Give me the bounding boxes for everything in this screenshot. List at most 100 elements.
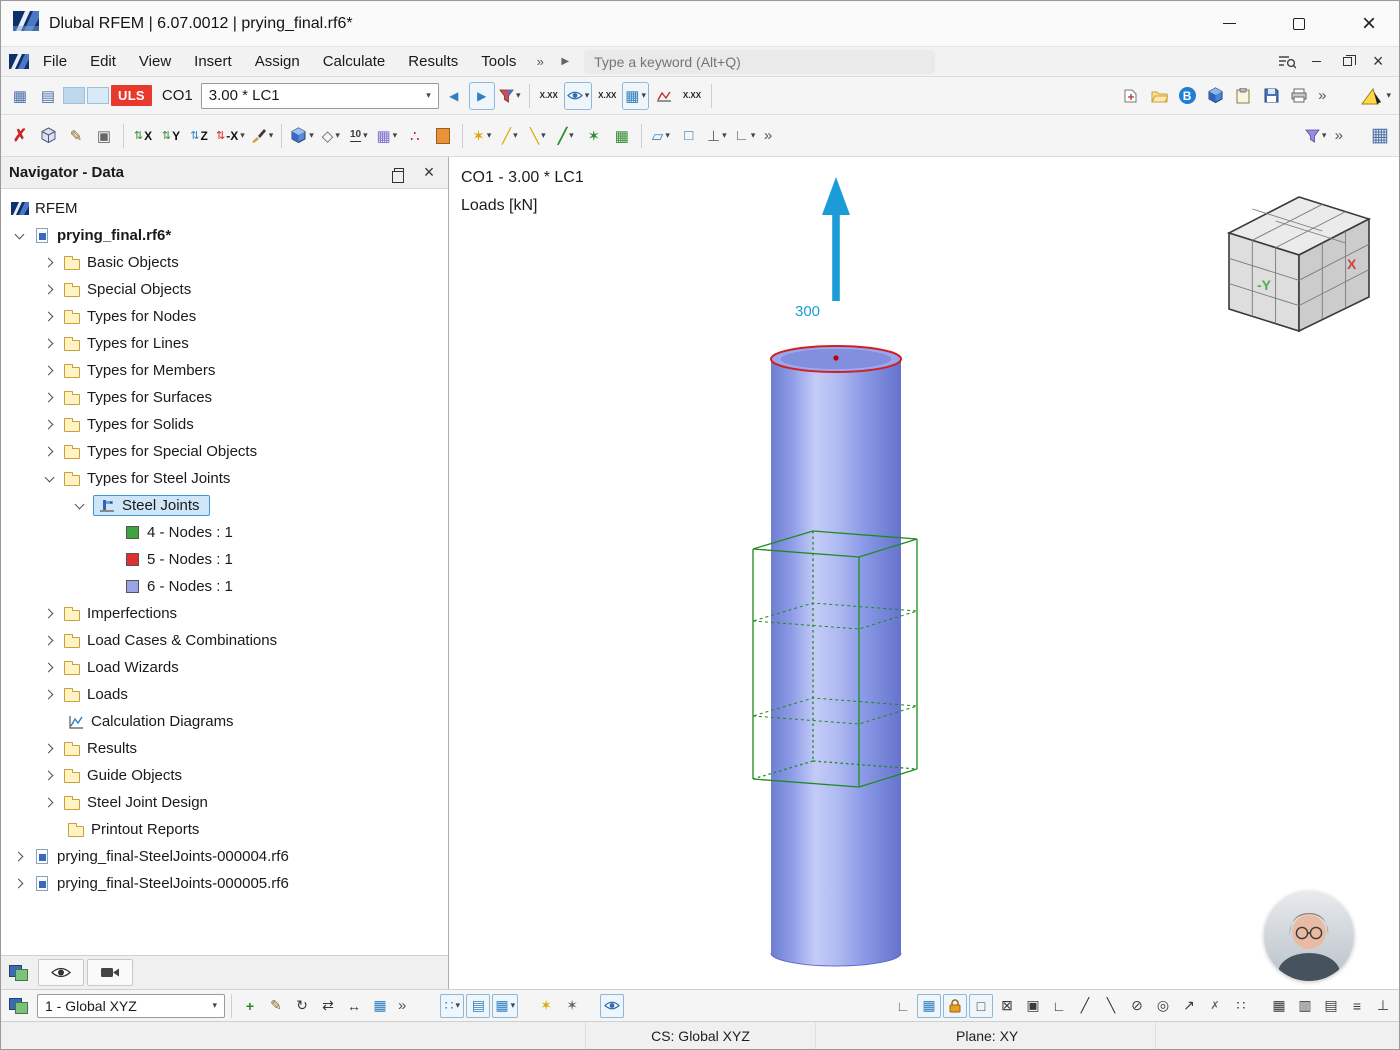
layout-rows-icon[interactable]: ▤	[1319, 994, 1343, 1018]
tree-item-steel-joints[interactable]: Steel Joints	[1, 492, 448, 519]
layers-icon[interactable]: ≡	[1345, 994, 1369, 1018]
new-opening-icon[interactable]: □	[676, 122, 702, 150]
load-arrow[interactable]	[822, 177, 850, 301]
tree-item-printout-reports[interactable]: Printout Reports	[1, 816, 448, 843]
shift-x-icon[interactable]: ⇅ X	[130, 122, 156, 150]
shift-y-icon[interactable]: ⇅ Y	[158, 122, 184, 150]
new-surface-icon[interactable]: ▱ ▾	[648, 122, 674, 150]
edit-notes-icon[interactable]: ✎	[63, 122, 89, 150]
doc-restore-button[interactable]	[1332, 50, 1362, 74]
snap-guide-icon[interactable]: ✶	[560, 994, 584, 1018]
tree-item-types-for-surfaces[interactable]: Types for Surfaces	[1, 384, 448, 411]
nodal-support-icon[interactable]: ⊥ ▾	[704, 122, 730, 150]
tree-item-imperfections[interactable]: Imperfections	[1, 600, 448, 627]
shift-minus-x-icon[interactable]: ⇅ -X ▾	[214, 122, 247, 150]
show-values-icon[interactable]: X.XX	[536, 82, 562, 110]
chevron-right-icon[interactable]	[41, 282, 57, 298]
close-panel-button[interactable]: ×	[418, 162, 440, 184]
show-loads-eye-icon[interactable]: ▾	[563, 81, 593, 110]
open-folder-icon[interactable]	[1146, 82, 1172, 110]
chevron-right-icon[interactable]	[41, 768, 57, 784]
tree-item-joint-4[interactable]: 4 - Nodes : 1	[1, 519, 448, 546]
new-member-set-icon[interactable]: ✶	[581, 122, 607, 150]
chevron-right-icon[interactable]	[11, 849, 27, 865]
layout-columns-icon[interactable]: ▥	[1293, 994, 1317, 1018]
tree-item-joint-6[interactable]: 6 - Nodes : 1	[1, 573, 448, 600]
select-window-icon[interactable]: □	[969, 993, 993, 1018]
right-overflow-icon[interactable]: »	[1331, 127, 1347, 144]
tree-item-load-wizards[interactable]: Load Wizards	[1, 654, 448, 681]
cube-face-label-y[interactable]: -Y	[1257, 277, 1272, 293]
menu-calculate[interactable]: Calculate	[312, 50, 397, 73]
tree-item-types-for-members[interactable]: Types for Members	[1, 357, 448, 384]
dimension-style-icon[interactable]: ▾	[1358, 82, 1393, 110]
cs-rotate-icon[interactable]: ↻	[290, 994, 314, 1018]
tables-panel-icon[interactable]: ▦	[1367, 122, 1393, 150]
intersection-snap-icon[interactable]: ✗	[1203, 994, 1227, 1018]
model-scene[interactable]: -Y X	[449, 157, 1399, 989]
new-member-icon[interactable]: ╱ ▾	[553, 122, 579, 150]
chevron-right-icon[interactable]	[41, 687, 57, 703]
show-load-values-icon[interactable]: X.XX	[594, 82, 620, 110]
cs-mirror-icon[interactable]: ⇄	[316, 994, 340, 1018]
table-edit-icon[interactable]: ▦	[7, 82, 33, 110]
cs-overflow-icon[interactable]: »	[394, 997, 410, 1014]
chevron-down-icon[interactable]	[11, 228, 27, 244]
tree-item-special-objects[interactable]: Special Objects	[1, 276, 448, 303]
new-polyline-icon[interactable]: ╲ ▾	[525, 122, 551, 150]
doc-close-button[interactable]: ×	[1363, 50, 1393, 74]
line-grid-icon[interactable]: ▤	[466, 993, 491, 1018]
close-button[interactable]: ×	[1339, 1, 1399, 46]
menu-results[interactable]: Results	[397, 50, 469, 73]
navigation-cube[interactable]: -Y X	[1226, 196, 1372, 333]
workspace-panes-icon[interactable]	[9, 998, 28, 1014]
result-tables-icon[interactable]: ▦ ▾	[622, 81, 649, 110]
cs-grid-icon[interactable]: ▦	[368, 994, 392, 1018]
chevron-right-icon[interactable]	[41, 336, 57, 352]
tree-item-types-for-nodes[interactable]: Types for Nodes	[1, 303, 448, 330]
search-input[interactable]	[594, 53, 925, 70]
ortho-mode-icon[interactable]: ∟	[1047, 994, 1071, 1018]
bluebeam-icon[interactable]: B	[1174, 82, 1200, 110]
new-node-icon[interactable]: ✶ ▾	[469, 122, 495, 150]
visibility-tab[interactable]	[38, 959, 84, 986]
cube-face-label-x[interactable]: X	[1347, 256, 1357, 272]
chevron-down-icon[interactable]	[41, 471, 57, 487]
wall-icon[interactable]	[430, 122, 456, 150]
grid-dots-icon[interactable]: ∷	[1229, 994, 1253, 1018]
clipboard-icon[interactable]	[1230, 82, 1256, 110]
isometric-view-icon[interactable]	[35, 122, 61, 150]
tree-item-model[interactable]: prying_final.rf6*	[1, 222, 448, 249]
rfem-model-icon[interactable]	[1202, 82, 1228, 110]
viewport-3d[interactable]: CO1 - 3.00 * LC1 Loads [kN] -Y X 300	[449, 157, 1399, 989]
status-plane[interactable]: Plane: XY	[816, 1022, 1156, 1049]
chevron-down-icon[interactable]	[71, 498, 87, 514]
menu-file[interactable]: File	[32, 50, 78, 73]
tree-item-steeljoints-000004[interactable]: prying_final-SteelJoints-000004.rf6	[1, 843, 448, 870]
status-cs[interactable]: CS: Global XYZ	[586, 1022, 816, 1049]
chevron-right-icon[interactable]	[41, 606, 57, 622]
chevron-right-icon[interactable]	[11, 876, 27, 892]
export-dxf-icon[interactable]	[1118, 82, 1144, 110]
cs-edit-icon[interactable]: ✎	[264, 994, 288, 1018]
menu-overflow-icon[interactable]: »	[528, 51, 552, 73]
render-mode-icon[interactable]: ▾	[288, 122, 316, 150]
coordinate-system-combobox[interactable]: 1 - Global XYZ ▾	[37, 993, 225, 1018]
run-keyword-icon[interactable]: ▶	[553, 51, 577, 73]
minimize-button[interactable]	[1199, 1, 1259, 46]
tree-item-joint-5[interactable]: 5 - Nodes : 1	[1, 546, 448, 573]
tree-item-load-cases[interactable]: Load Cases & Combinations	[1, 627, 448, 654]
chevron-right-icon[interactable]	[41, 741, 57, 757]
menu-view[interactable]: View	[128, 50, 182, 73]
cs-move-icon[interactable]: ↔	[342, 994, 366, 1018]
user-avatar[interactable]	[1264, 891, 1354, 981]
search-options-icon[interactable]	[1276, 51, 1300, 73]
guide-line-icon[interactable]: ╱	[1073, 994, 1097, 1018]
toolbar-overflow-icon[interactable]: »	[1314, 87, 1330, 104]
center-snap-icon[interactable]: ◎	[1151, 994, 1175, 1018]
maximize-button[interactable]	[1269, 1, 1329, 46]
chevron-right-icon[interactable]	[41, 255, 57, 271]
float-panel-button[interactable]	[388, 162, 410, 184]
plane-grid-icon[interactable]: ▦ ▾	[492, 993, 519, 1018]
tangent-snap-icon[interactable]: ↗	[1177, 994, 1201, 1018]
